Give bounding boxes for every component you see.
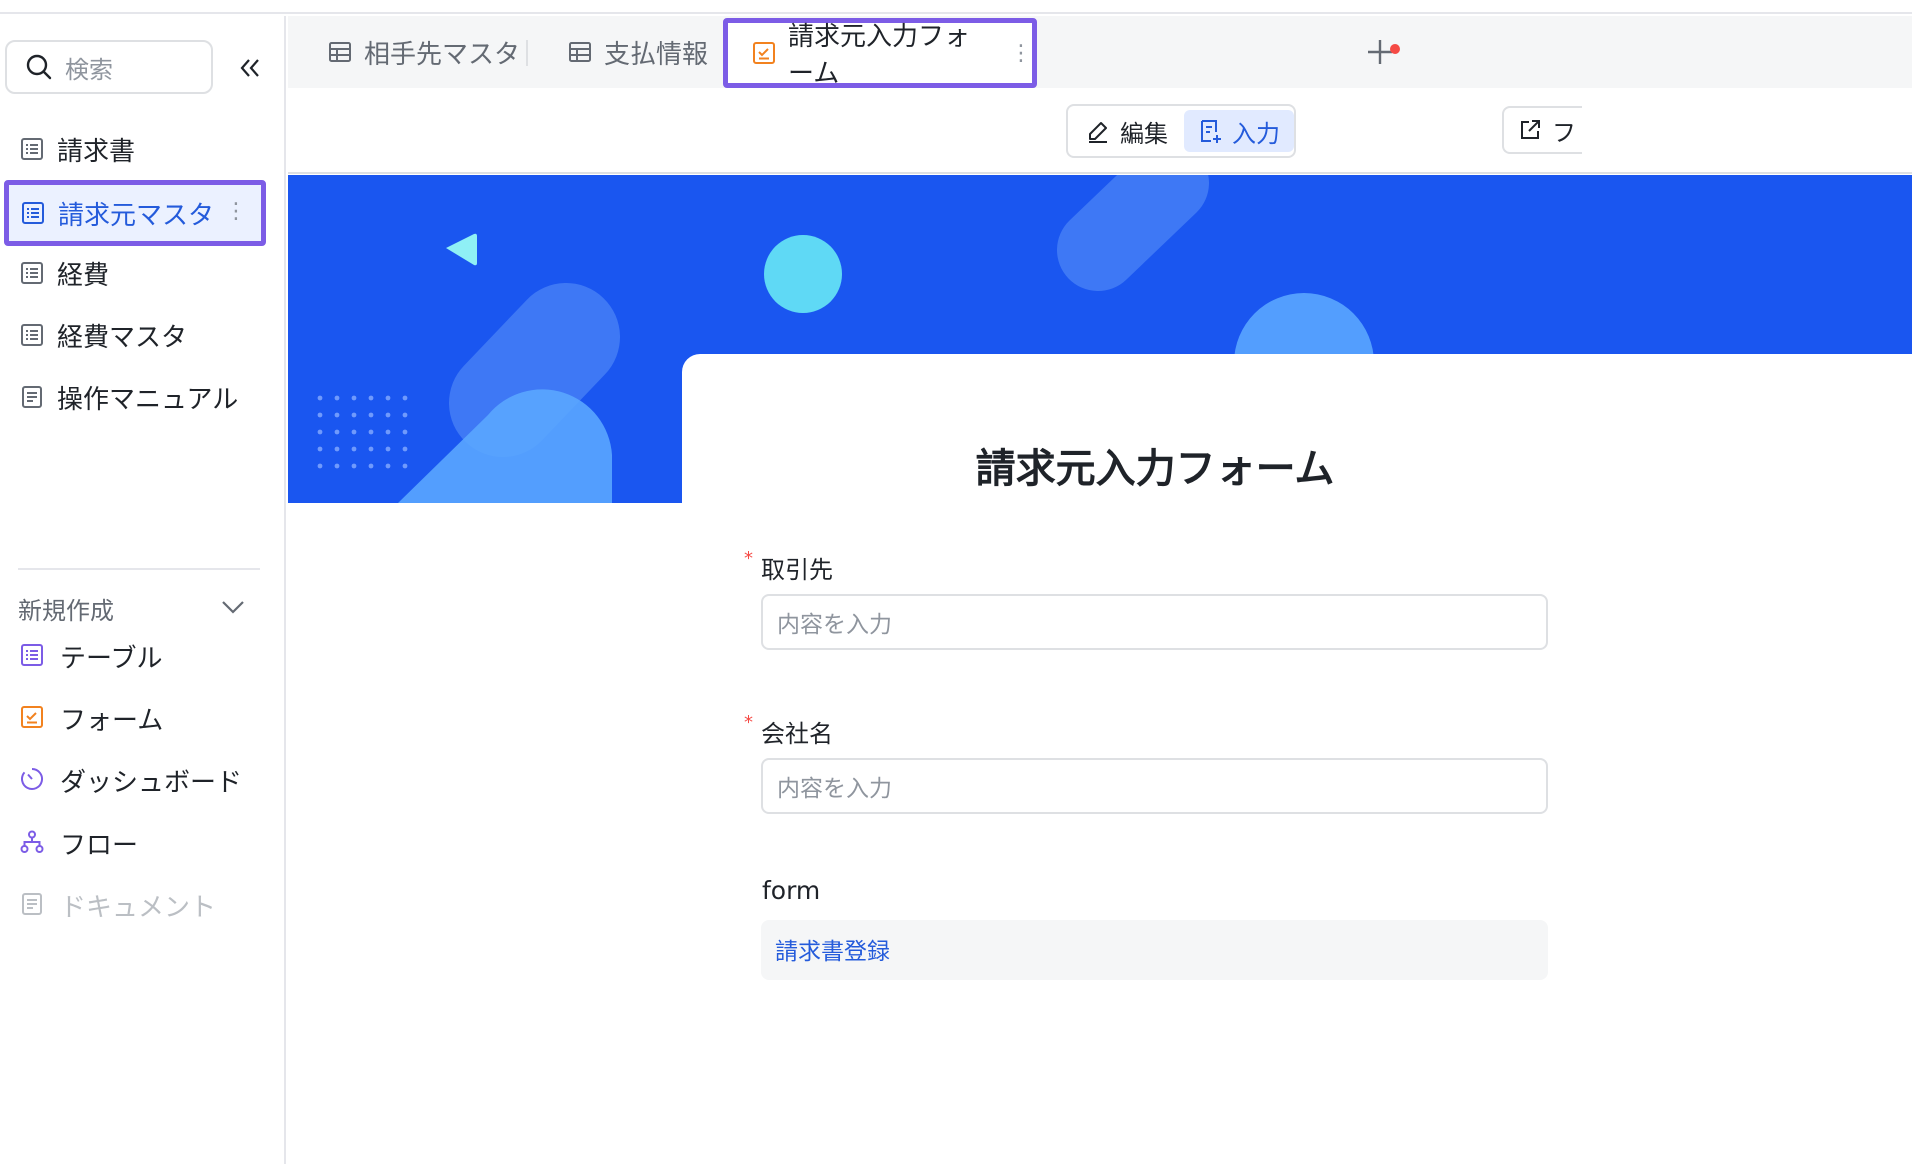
create-document: ドキュメント (0, 874, 286, 936)
grid-icon (328, 40, 352, 64)
top-edge (0, 0, 1912, 14)
edit-mode-label: 編集 (1120, 119, 1168, 148)
mode-switch: 編集 入力 (1066, 104, 1296, 158)
create-item-label: テーブル (60, 643, 163, 674)
sidebar-item-expenses[interactable]: 経費 (0, 242, 286, 304)
share-label: フ (1552, 118, 1576, 147)
tab-label: 相手先マスタ (364, 39, 521, 70)
flow-icon (20, 830, 46, 856)
search-icon (26, 54, 52, 80)
more-options-icon[interactable]: ⋮ (225, 201, 247, 223)
create-form[interactable]: フォーム (0, 687, 286, 749)
sidebar: 検索 請求書 請求元マスタ ⋮ 経費 経費マスタ 操作マニュアル 新規作成 テー… (0, 16, 286, 1164)
form-title: 請求元入力フォーム (975, 446, 1335, 492)
field-label-company: * 会社名 (744, 712, 833, 749)
sidebar-item-label: 請求元マスタ (58, 200, 215, 231)
pencil-icon (1086, 119, 1110, 143)
search-placeholder: 検索 (65, 55, 113, 84)
partner-input[interactable]: 内容を入力 (761, 594, 1548, 650)
create-item-label: フロー (60, 830, 139, 861)
create-flow[interactable]: フロー (0, 812, 286, 874)
field-label-text: 会社名 (761, 720, 833, 748)
collapse-sidebar-button[interactable] (234, 52, 266, 84)
sidebar-item-manual[interactable]: 操作マニュアル (0, 366, 286, 428)
grid-icon (568, 40, 592, 64)
sidebar-item-expense-master[interactable]: 経費マスタ (0, 304, 286, 366)
input-mode-label: 入力 (1232, 119, 1280, 148)
more-options-icon[interactable]: ⋮ (1010, 41, 1032, 66)
sidebar-divider (18, 568, 260, 570)
required-marker: * (744, 548, 753, 569)
search-input[interactable]: 検索 (5, 40, 213, 94)
sidebar-item-invoice[interactable]: 請求書 (0, 118, 286, 180)
company-name-input[interactable]: 内容を入力 (761, 758, 1548, 814)
form-fill-icon (1198, 119, 1222, 143)
sidebar-item-label: 経費 (57, 260, 110, 291)
table-icon (20, 261, 44, 285)
form-icon (20, 705, 46, 731)
tab-bar: 相手先マスタ 支払情報 請求元入力フォーム ⋮ (288, 16, 1912, 89)
create-item-label: ダッシュボード (60, 767, 243, 798)
form-field-label: form (762, 876, 821, 905)
input-placeholder: 内容を入力 (777, 776, 892, 802)
share-button[interactable]: フ (1502, 106, 1582, 154)
chevron-down-icon (222, 601, 244, 614)
form-icon (752, 41, 776, 65)
sidebar-item-label: 経費マスタ (57, 322, 188, 353)
tab-payment-info[interactable]: 支払情報 (568, 16, 708, 88)
table-icon (20, 323, 44, 347)
tab-label: 請求元入力フォーム (788, 22, 971, 89)
edit-mode-button[interactable]: 編集 (1072, 110, 1182, 152)
create-item-label: ドキュメント (60, 892, 217, 923)
table-icon (21, 201, 45, 225)
create-item-label: フォーム (60, 705, 164, 736)
double-chevron-left-icon (240, 59, 259, 77)
tab-separator (526, 40, 528, 66)
table-icon (20, 643, 46, 669)
tab-billing-form[interactable]: 請求元入力フォーム ⋮ (723, 18, 1037, 89)
required-marker: * (744, 712, 753, 733)
create-dashboard[interactable]: ダッシュボード (0, 749, 286, 811)
linked-record-link[interactable]: 請求書登録 (775, 939, 890, 965)
create-new-section[interactable]: 新規作成 (18, 588, 266, 628)
form-card: 請求元入力フォーム * 取引先 内容を入力 * 会社名 内容を入力 form 請… (682, 354, 1912, 1164)
input-mode-button[interactable]: 入力 (1184, 110, 1294, 152)
document-icon (20, 385, 44, 409)
sidebar-item-billing-master[interactable]: 請求元マスタ ⋮ (4, 180, 266, 246)
field-label-text: 取引先 (761, 556, 833, 584)
field-label-partner: * 取引先 (744, 548, 833, 585)
sidebar-item-label: 操作マニュアル (57, 384, 239, 415)
document-icon (20, 892, 46, 918)
sidebar-item-label: 請求書 (57, 136, 136, 167)
view-toolbar: 編集 入力 フ (288, 88, 1912, 174)
input-placeholder: 内容を入力 (777, 612, 892, 638)
section-label: 新規作成 (18, 596, 114, 625)
tab-partner-master[interactable]: 相手先マスタ (328, 16, 520, 88)
external-link-icon (1518, 118, 1542, 142)
create-table[interactable]: テーブル (0, 625, 286, 687)
table-icon (20, 137, 44, 161)
tab-label: 支払情報 (604, 39, 709, 70)
notification-dot (1390, 44, 1400, 54)
linked-record-field[interactable]: 請求書登録 (761, 920, 1548, 980)
dashboard-icon (20, 767, 46, 793)
